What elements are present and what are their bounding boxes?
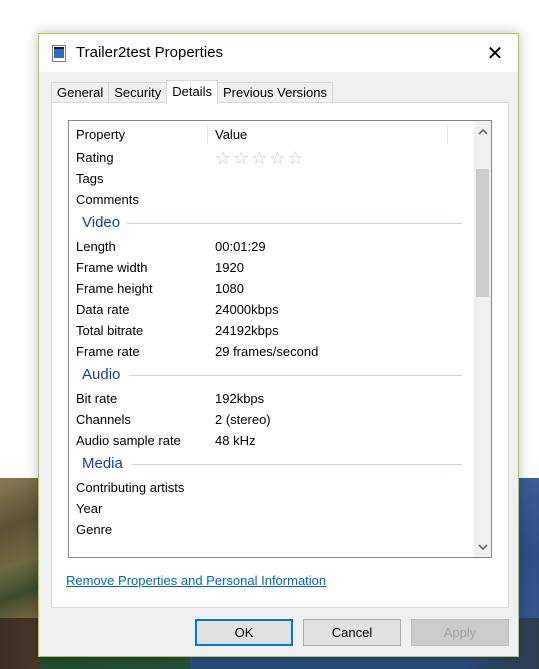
vertical-scrollbar[interactable] <box>474 121 491 557</box>
group-divider <box>127 223 462 224</box>
tab-general[interactable]: General <box>51 82 110 103</box>
property-value: 24000kbps <box>215 302 279 317</box>
property-row[interactable]: Genre <box>69 519 474 540</box>
scroll-down-arrow-icon[interactable] <box>474 538 491 555</box>
cancel-button[interactable]: Cancel <box>303 619 401 646</box>
property-key: Tags <box>76 171 104 186</box>
property-row[interactable]: Frame height 1080 <box>69 278 474 299</box>
property-row-comments[interactable]: Comments <box>69 189 474 210</box>
property-key: Bit rate <box>76 391 118 406</box>
property-value: 00:01:29 <box>215 239 266 254</box>
property-row[interactable]: Data rate 24000kbps <box>69 299 474 320</box>
property-value: 2 (stereo) <box>215 412 271 427</box>
property-row[interactable]: Audio sample rate 48 kHz <box>69 430 474 451</box>
property-list[interactable]: Property Value Rating ☆☆☆☆☆ Tags Comment… <box>68 120 492 558</box>
tab-previous-versions[interactable]: Previous Versions <box>216 82 334 103</box>
property-row[interactable]: Frame width 1920 <box>69 257 474 278</box>
property-key: Genre <box>76 522 113 537</box>
property-key: Channels <box>76 412 131 427</box>
property-key: Frame rate <box>76 344 140 359</box>
property-key: Data rate <box>76 302 130 317</box>
property-key: Frame width <box>76 260 148 275</box>
property-key: Comments <box>76 192 139 207</box>
column-divider[interactable] <box>447 124 448 144</box>
property-rows: Rating ☆☆☆☆☆ Tags Comments Video Length <box>69 147 474 540</box>
property-value: 29 frames/second <box>215 344 319 359</box>
group-heading-audio: Audio <box>69 362 474 388</box>
property-value: 24192kbps <box>215 323 279 338</box>
scroll-up-arrow-icon[interactable] <box>474 123 491 140</box>
group-divider <box>129 375 462 376</box>
apply-button[interactable]: Apply <box>411 619 509 646</box>
property-row[interactable]: Total bitrate 24192kbps <box>69 320 474 341</box>
column-divider[interactable] <box>207 124 208 144</box>
remove-properties-link[interactable]: Remove Properties and Personal Informati… <box>66 573 326 588</box>
property-row[interactable]: Length 00:01:29 <box>69 236 474 257</box>
property-key: Rating <box>76 150 114 165</box>
property-key: Total bitrate <box>76 323 144 338</box>
property-key: Frame height <box>76 281 153 296</box>
close-icon: ✕ <box>486 42 504 65</box>
window-title: Trailer2test Properties <box>76 44 223 61</box>
property-value: 1080 <box>215 281 244 296</box>
rating-stars[interactable]: ☆☆☆☆☆ <box>215 148 306 169</box>
property-row[interactable]: Bit rate 192kbps <box>69 388 474 409</box>
property-row[interactable]: Year <box>69 498 474 519</box>
property-row-rating[interactable]: Rating ☆☆☆☆☆ <box>69 147 474 168</box>
property-row[interactable]: Channels 2 (stereo) <box>69 409 474 430</box>
group-title: Media <box>82 455 123 472</box>
tab-strip: General Security Details Previous Versio… <box>51 80 334 104</box>
details-panel: Property Value Rating ☆☆☆☆☆ Tags Comment… <box>51 102 509 608</box>
property-key: Length <box>76 239 116 254</box>
video-file-icon <box>52 45 66 62</box>
group-divider <box>131 464 462 465</box>
tab-details[interactable]: Details <box>166 80 218 104</box>
group-heading-video: Video <box>69 210 474 236</box>
group-heading-media: Media <box>69 451 474 477</box>
property-key: Year <box>76 501 103 516</box>
column-header-property[interactable]: Property <box>76 127 125 142</box>
property-row[interactable]: Contributing artists <box>69 477 474 498</box>
group-title: Audio <box>82 366 121 383</box>
property-value: 1920 <box>215 260 244 275</box>
column-header-value[interactable]: Value <box>215 127 247 142</box>
property-row-tags[interactable]: Tags <box>69 168 474 189</box>
property-key: Audio sample rate <box>76 433 181 448</box>
tab-security[interactable]: Security <box>108 82 168 103</box>
property-value: 192kbps <box>215 391 265 406</box>
list-header: Property Value <box>69 121 474 147</box>
property-key: Contributing artists <box>76 480 185 495</box>
close-button[interactable]: ✕ <box>472 34 518 72</box>
title-bar: Trailer2test Properties ✕ <box>39 34 518 72</box>
ok-button[interactable]: OK <box>195 619 293 646</box>
group-title: Video <box>82 214 121 231</box>
property-value: 48 kHz <box>215 433 256 448</box>
properties-dialog: Trailer2test Properties ✕ General Securi… <box>38 33 519 657</box>
property-row[interactable]: Frame rate 29 frames/second <box>69 341 474 362</box>
scrollbar-thumb[interactable] <box>476 169 489 297</box>
